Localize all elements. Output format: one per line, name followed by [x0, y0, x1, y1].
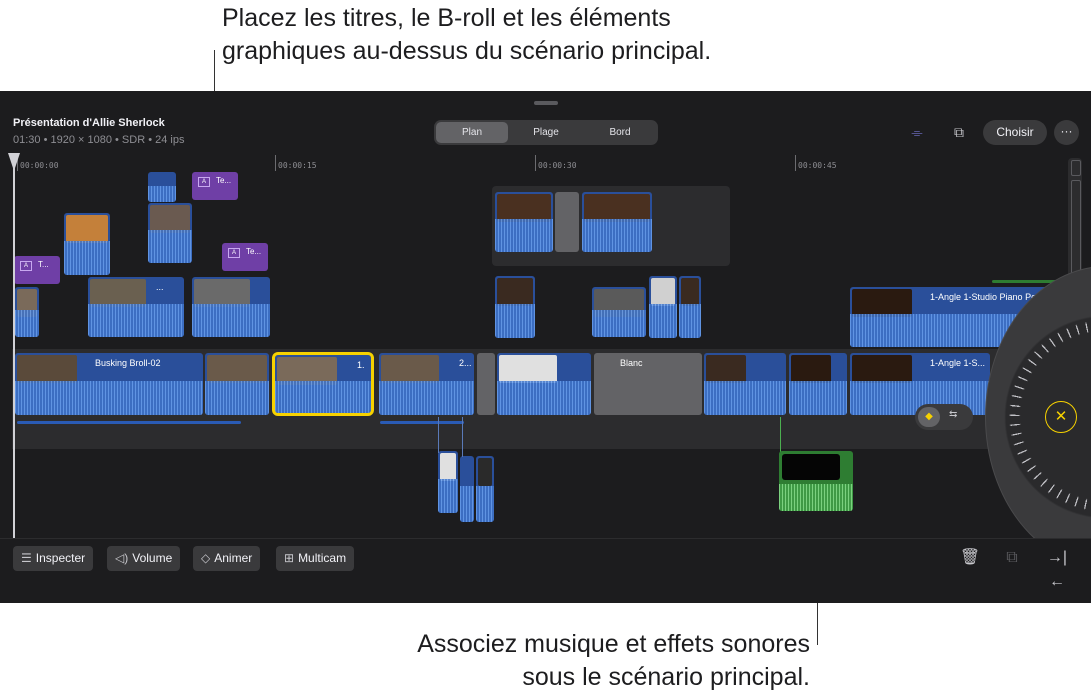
- connection-line: [438, 417, 439, 453]
- grid-icon: ⊞: [284, 551, 295, 565]
- more-button[interactable]: ···: [1054, 120, 1079, 145]
- ruler-label: 00:00:00: [20, 161, 59, 170]
- primary-clip-selected[interactable]: 1.: [272, 352, 374, 416]
- speaker-icon: ◁): [115, 551, 129, 565]
- broll-clip[interactable]: [15, 287, 39, 337]
- clip-label: 1-Angle 1-S...: [930, 358, 986, 368]
- connected-clip[interactable]: [495, 276, 535, 338]
- bottom-toolbar: ☰ Inspecter ◁) Volume ◇ Animer ⊞ Multicam 🗑 …: [0, 538, 1091, 603]
- clip-label: 2...: [459, 358, 472, 368]
- title-clip[interactable]: A T...: [14, 256, 60, 284]
- title-clip-label: T...: [38, 260, 49, 269]
- callout-top: Placez les titres, le B-roll et les élém…: [222, 2, 711, 68]
- playhead-knob[interactable]: [8, 153, 20, 171]
- connection-line: [462, 417, 463, 457]
- ruler-major-tick: [275, 155, 276, 171]
- inspect-button[interactable]: ☰ Inspecter: [13, 546, 94, 571]
- timeline-app: Présentation d'Allie Sherlock 01:30 • 19…: [0, 91, 1091, 603]
- broll-clip[interactable]: [64, 213, 110, 275]
- primary-clip[interactable]: 2...: [379, 353, 474, 415]
- storyline-bar: [17, 421, 241, 424]
- close-icon[interactable]: ✕: [1045, 401, 1077, 433]
- inspector-icon: ☰: [21, 551, 32, 565]
- ruler-label: 00:00:45: [798, 161, 837, 170]
- connected-clip[interactable]: [592, 287, 646, 337]
- inspect-label: Inspecter: [35, 551, 86, 565]
- view-mode-plage[interactable]: Plage: [510, 122, 582, 143]
- gap-clip[interactable]: [477, 353, 495, 415]
- callout-top-line1: Placez les titres, le B-roll et les élém…: [222, 4, 671, 32]
- below-clip[interactable]: [438, 451, 458, 513]
- broll-clip[interactable]: [192, 277, 270, 337]
- connected-clip[interactable]: [495, 192, 553, 252]
- title-clip[interactable]: A Te...: [222, 243, 268, 271]
- primary-clip-busking[interactable]: Busking Broll-02: [15, 353, 203, 415]
- broll-clip[interactable]: [148, 172, 176, 202]
- audio-clip-music[interactable]: [779, 451, 853, 511]
- animate-label: Animer: [214, 551, 253, 565]
- title-clip-label: Te...: [246, 247, 262, 256]
- multicam-button[interactable]: ⊞ Multicam: [276, 546, 355, 571]
- swap-icon: ⇆: [949, 409, 958, 420]
- choose-button[interactable]: Choisir: [983, 120, 1047, 145]
- connected-clip[interactable]: [649, 276, 677, 338]
- project-title: Présentation d'Allie Sherlock: [13, 117, 165, 129]
- broll-clip[interactable]: [148, 203, 192, 263]
- gap-clip[interactable]: [555, 192, 579, 252]
- clip-label: ...: [156, 282, 164, 292]
- blank-clip-label: Blanc: [620, 358, 643, 368]
- below-clip[interactable]: [460, 456, 474, 522]
- join-icon[interactable]: →|←: [1045, 546, 1069, 590]
- marker-icon: ◆: [918, 407, 940, 427]
- clip-label: Busking Broll-02: [95, 358, 161, 368]
- connection-line: [780, 417, 781, 453]
- below-clip[interactable]: [476, 456, 494, 522]
- playhead[interactable]: [13, 153, 15, 539]
- ruler-major-tick: [795, 155, 796, 171]
- title-clip[interactable]: A Te...: [192, 172, 238, 200]
- connected-clip[interactable]: [679, 276, 701, 338]
- connected-clip[interactable]: [582, 192, 652, 252]
- broll-clip[interactable]: ...: [88, 277, 184, 337]
- title-clip-label: Te...: [216, 176, 232, 185]
- jog-mode-toggle[interactable]: ◆ ⇆: [915, 404, 973, 430]
- ruler-major-tick: [535, 155, 536, 171]
- multicam-label: Multicam: [298, 551, 347, 565]
- storyline-bar: [380, 421, 464, 424]
- blank-clip[interactable]: Blanc: [594, 353, 702, 415]
- volume-button[interactable]: ◁) Volume: [107, 546, 181, 571]
- drag-handle[interactable]: [534, 101, 558, 105]
- view-mode-bord[interactable]: Bord: [584, 122, 656, 143]
- trash-icon[interactable]: 🗑: [958, 546, 982, 570]
- primary-clip[interactable]: [704, 353, 786, 415]
- callout-bottom-line2: sous le scénario principal.: [522, 663, 810, 691]
- primary-clip[interactable]: [789, 353, 847, 415]
- skimming-icon[interactable]: ⧉: [946, 119, 972, 145]
- volume-label: Volume: [132, 551, 173, 565]
- project-meta: 01:30 • 1920 × 1080 • SDR • 24 ips: [13, 134, 185, 146]
- snapping-icon[interactable]: ⌯: [904, 119, 930, 145]
- callout-bottom: Associez musique et effets sonores sous …: [340, 628, 810, 694]
- ruler-label: 00:00:15: [278, 161, 317, 170]
- view-mode-plan[interactable]: Plan: [436, 122, 508, 143]
- ruler-label: 00:00:30: [538, 161, 577, 170]
- split-icon[interactable]: ⧉: [1000, 546, 1024, 570]
- time-ruler[interactable]: 00:00:00 00:00:15 00:00:30 00:00:45: [0, 153, 1060, 171]
- clip-label: 1.: [357, 360, 365, 370]
- animate-button[interactable]: ◇ Animer: [193, 546, 261, 571]
- callout-top-line2: graphiques au-dessus du scénario princip…: [222, 37, 712, 65]
- callout-bottom-line1: Associez musique et effets sonores: [417, 630, 810, 658]
- view-mode-control: Plan Plage Bord: [434, 120, 658, 145]
- primary-clip[interactable]: [497, 353, 591, 415]
- primary-clip[interactable]: [205, 353, 269, 415]
- keyframe-icon: ◇: [201, 551, 211, 565]
